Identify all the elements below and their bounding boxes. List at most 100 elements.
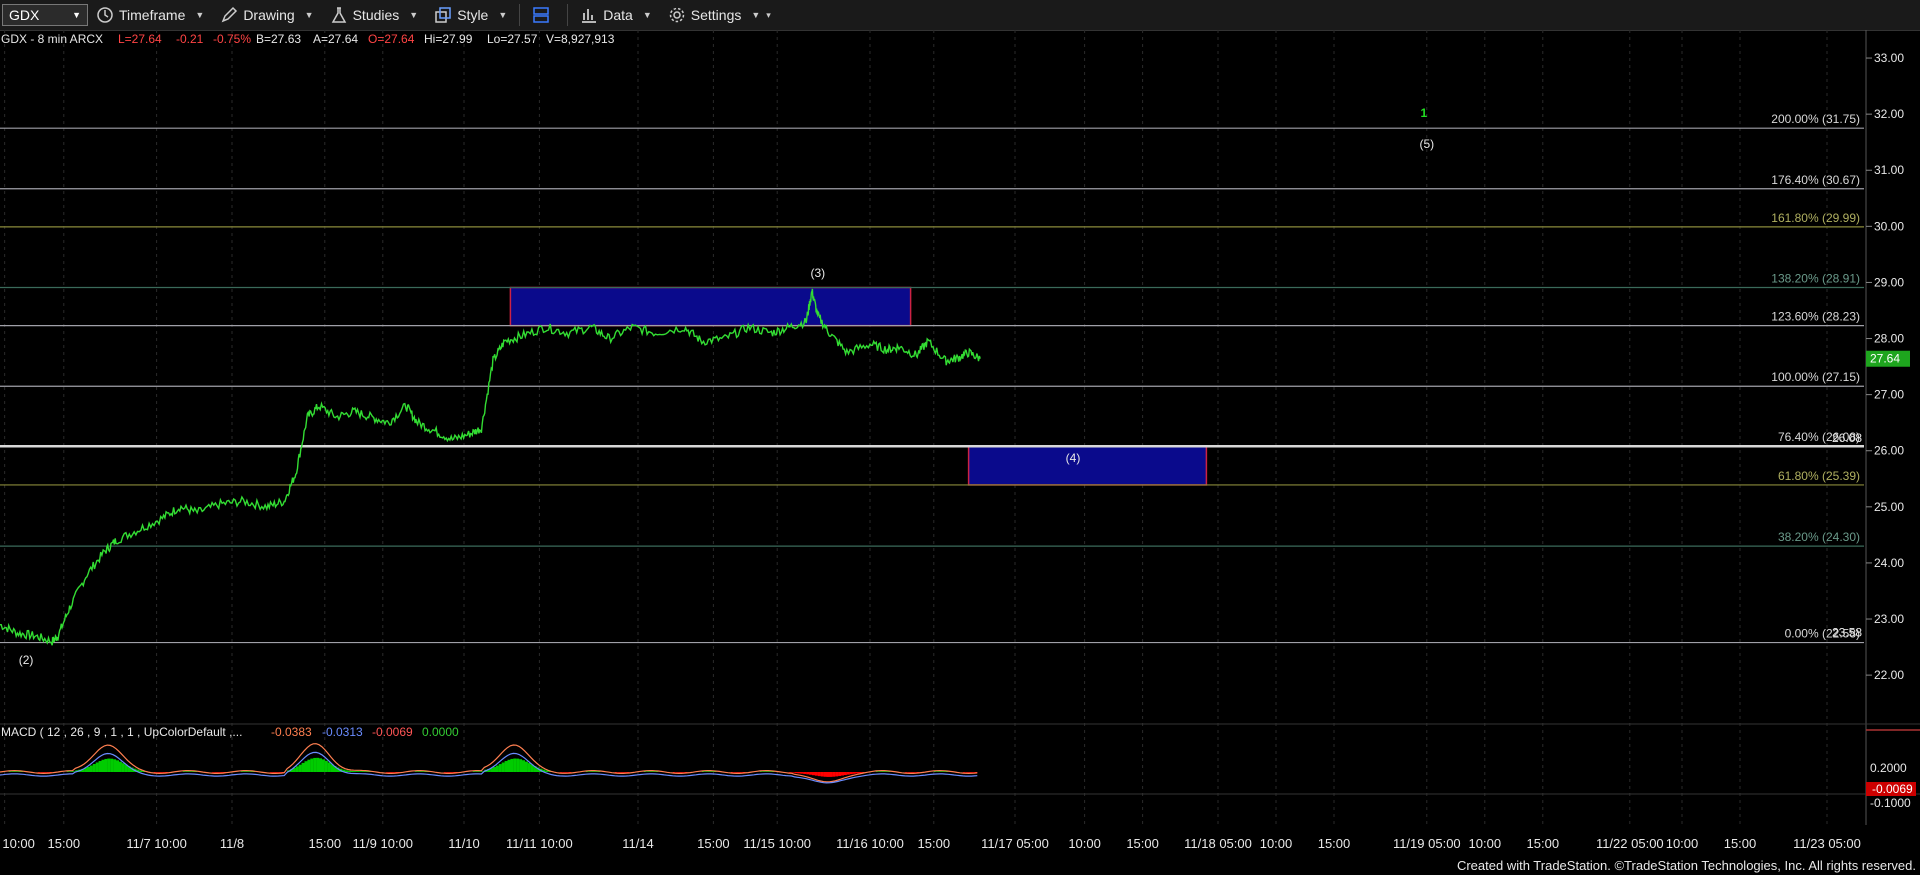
histogram-bar [846,772,850,775]
time-tick-label: 11/17 05:00 [981,836,1049,851]
volume: V=8,927,913 [546,32,615,46]
studies-label: Studies [352,7,400,23]
price-tick-label: 23.00 [1874,612,1904,626]
histogram-bar [159,772,163,773]
histogram-bar [472,771,476,772]
price-axis[interactable]: 33.00 32.00 31.00 30.00 29.00 28.00 27.00 26.00… [1865,30,1904,825]
histogram-bar [559,772,563,773]
macd-label: MACD ( 12 , 26 , 9 , 1 , 1 , UpColorDefa… [1,725,242,739]
macd-signal-value: -0.0313 [322,725,363,739]
histogram-bar [11,771,15,772]
drawing-label: Drawing [243,7,295,23]
histogram-bar [907,772,911,773]
histogram-bar [841,772,844,776]
histogram-bar [710,771,714,772]
copyright-footer: Created with TradeStation. ©TradeStation… [1456,858,1916,873]
bid-price: B=27.63 [256,32,301,46]
caret-down-icon: ▼ [304,10,314,20]
histogram-bar [809,772,813,775]
layout-button[interactable] [524,2,563,28]
time-tick-label: 11/23 05:00 [1793,836,1861,851]
toolbar-divider [567,4,569,26]
histogram-bar [153,772,157,773]
histogram-bar [858,772,862,774]
histogram-bar [739,772,743,773]
time-tick-label: 11/16 10:00 [836,836,904,851]
histogram-bar [507,759,511,772]
wave-label: (2) [19,653,34,667]
symbol-description: GDX - 8 min ARCX [1,32,103,46]
histogram-bar [962,772,966,773]
histogram-bar [304,761,308,772]
signal-line [0,751,978,784]
studies-button[interactable]: Studies ▼ [322,2,427,28]
data-button[interactable]: Data ▼ [572,2,660,28]
wave-label: (4) [1066,451,1081,465]
grid-lines [4,30,1828,825]
time-tick-label: 10:00 [1666,836,1699,851]
time-tick-label: 15:00 [1126,836,1159,851]
timeframe-label: Timeframe [119,7,186,23]
percent-change: -0.75% [213,32,251,46]
histogram-bar [736,772,740,773]
histogram-bar [443,772,447,773]
style-button[interactable]: Style ▼ [426,2,515,28]
histogram-bar [675,772,679,773]
histogram-bar [971,772,975,773]
style-label: Style [457,7,489,23]
macd-pane[interactable]: MACD ( 12 , 26 , 9 , 1 , 1 , UpColorDefa… [0,723,1920,810]
drawing-button[interactable]: Drawing ▼ [212,2,321,28]
histogram-bar [356,771,360,772]
histogram-bar [678,772,682,773]
price-chart[interactable]: 200.00% (31.75)176.40% (30.67)161.80% (2… [0,30,1920,858]
histogram-bar [37,772,41,773]
time-tick-label: 15:00 [918,836,951,851]
histogram-bar [316,757,320,772]
histogram-bar [620,772,624,773]
histogram-bar [211,772,215,773]
caret-down-icon: ▼ [409,10,419,20]
histogram-bar [188,771,192,772]
histogram-bar [295,766,299,772]
timeframe-button[interactable]: Timeframe ▼ [88,2,212,28]
histogram-bar [884,771,888,772]
histogram-bar [388,772,392,773]
histogram-bar [794,772,798,774]
histogram-bar [110,758,114,772]
histogram-bar [933,771,937,772]
histogram-bar [849,772,853,775]
time-tick-label: 15:00 [1318,836,1351,851]
histogram-bar [591,771,595,772]
flask-icon [331,7,346,23]
current-price-tag: 27.64 [1866,350,1910,367]
histogram-bar [417,771,421,772]
histogram-bar [513,758,517,772]
histogram-bar [835,772,839,777]
time-tick-label: 11/9 10:00 [353,836,413,851]
histogram-bar [965,772,969,773]
data-label: Data [603,7,633,23]
histogram-bar [768,771,772,772]
histogram-bar [765,771,769,772]
time-axis[interactable]: 11/4 10:00 15:00 11/7 10:00 11/8 15:00 11/9 1… [0,836,1861,851]
histogram-bar [791,772,795,773]
time-tick-label: 15:00 [309,836,342,851]
settings-button[interactable]: Settings ▼ ▾ [660,2,779,28]
macd-value: -0.0383 [271,725,312,739]
caret-down-icon: ▾ [766,9,771,20]
histogram-bar [8,771,12,772]
histogram-bar [301,762,305,772]
symbol-selector[interactable]: GDX ▼ [2,4,88,26]
time-tick-label: 11/4 10:00 [0,836,35,851]
current-price-value: 27.64 [1870,352,1900,366]
macd-hist-value: -0.0069 [372,725,413,739]
histogram-bar [762,771,766,772]
price-tick-label: 24.00 [1874,556,1904,570]
macd-zero-value: 0.0000 [422,725,459,739]
fib-label: 138.20% (28.91) [1771,271,1860,285]
bar-chart-icon [582,9,597,23]
histogram-bar [704,771,708,772]
histogram-bar [66,771,70,772]
projection-box [509,286,912,327]
wave-label: 1 [1421,106,1428,120]
